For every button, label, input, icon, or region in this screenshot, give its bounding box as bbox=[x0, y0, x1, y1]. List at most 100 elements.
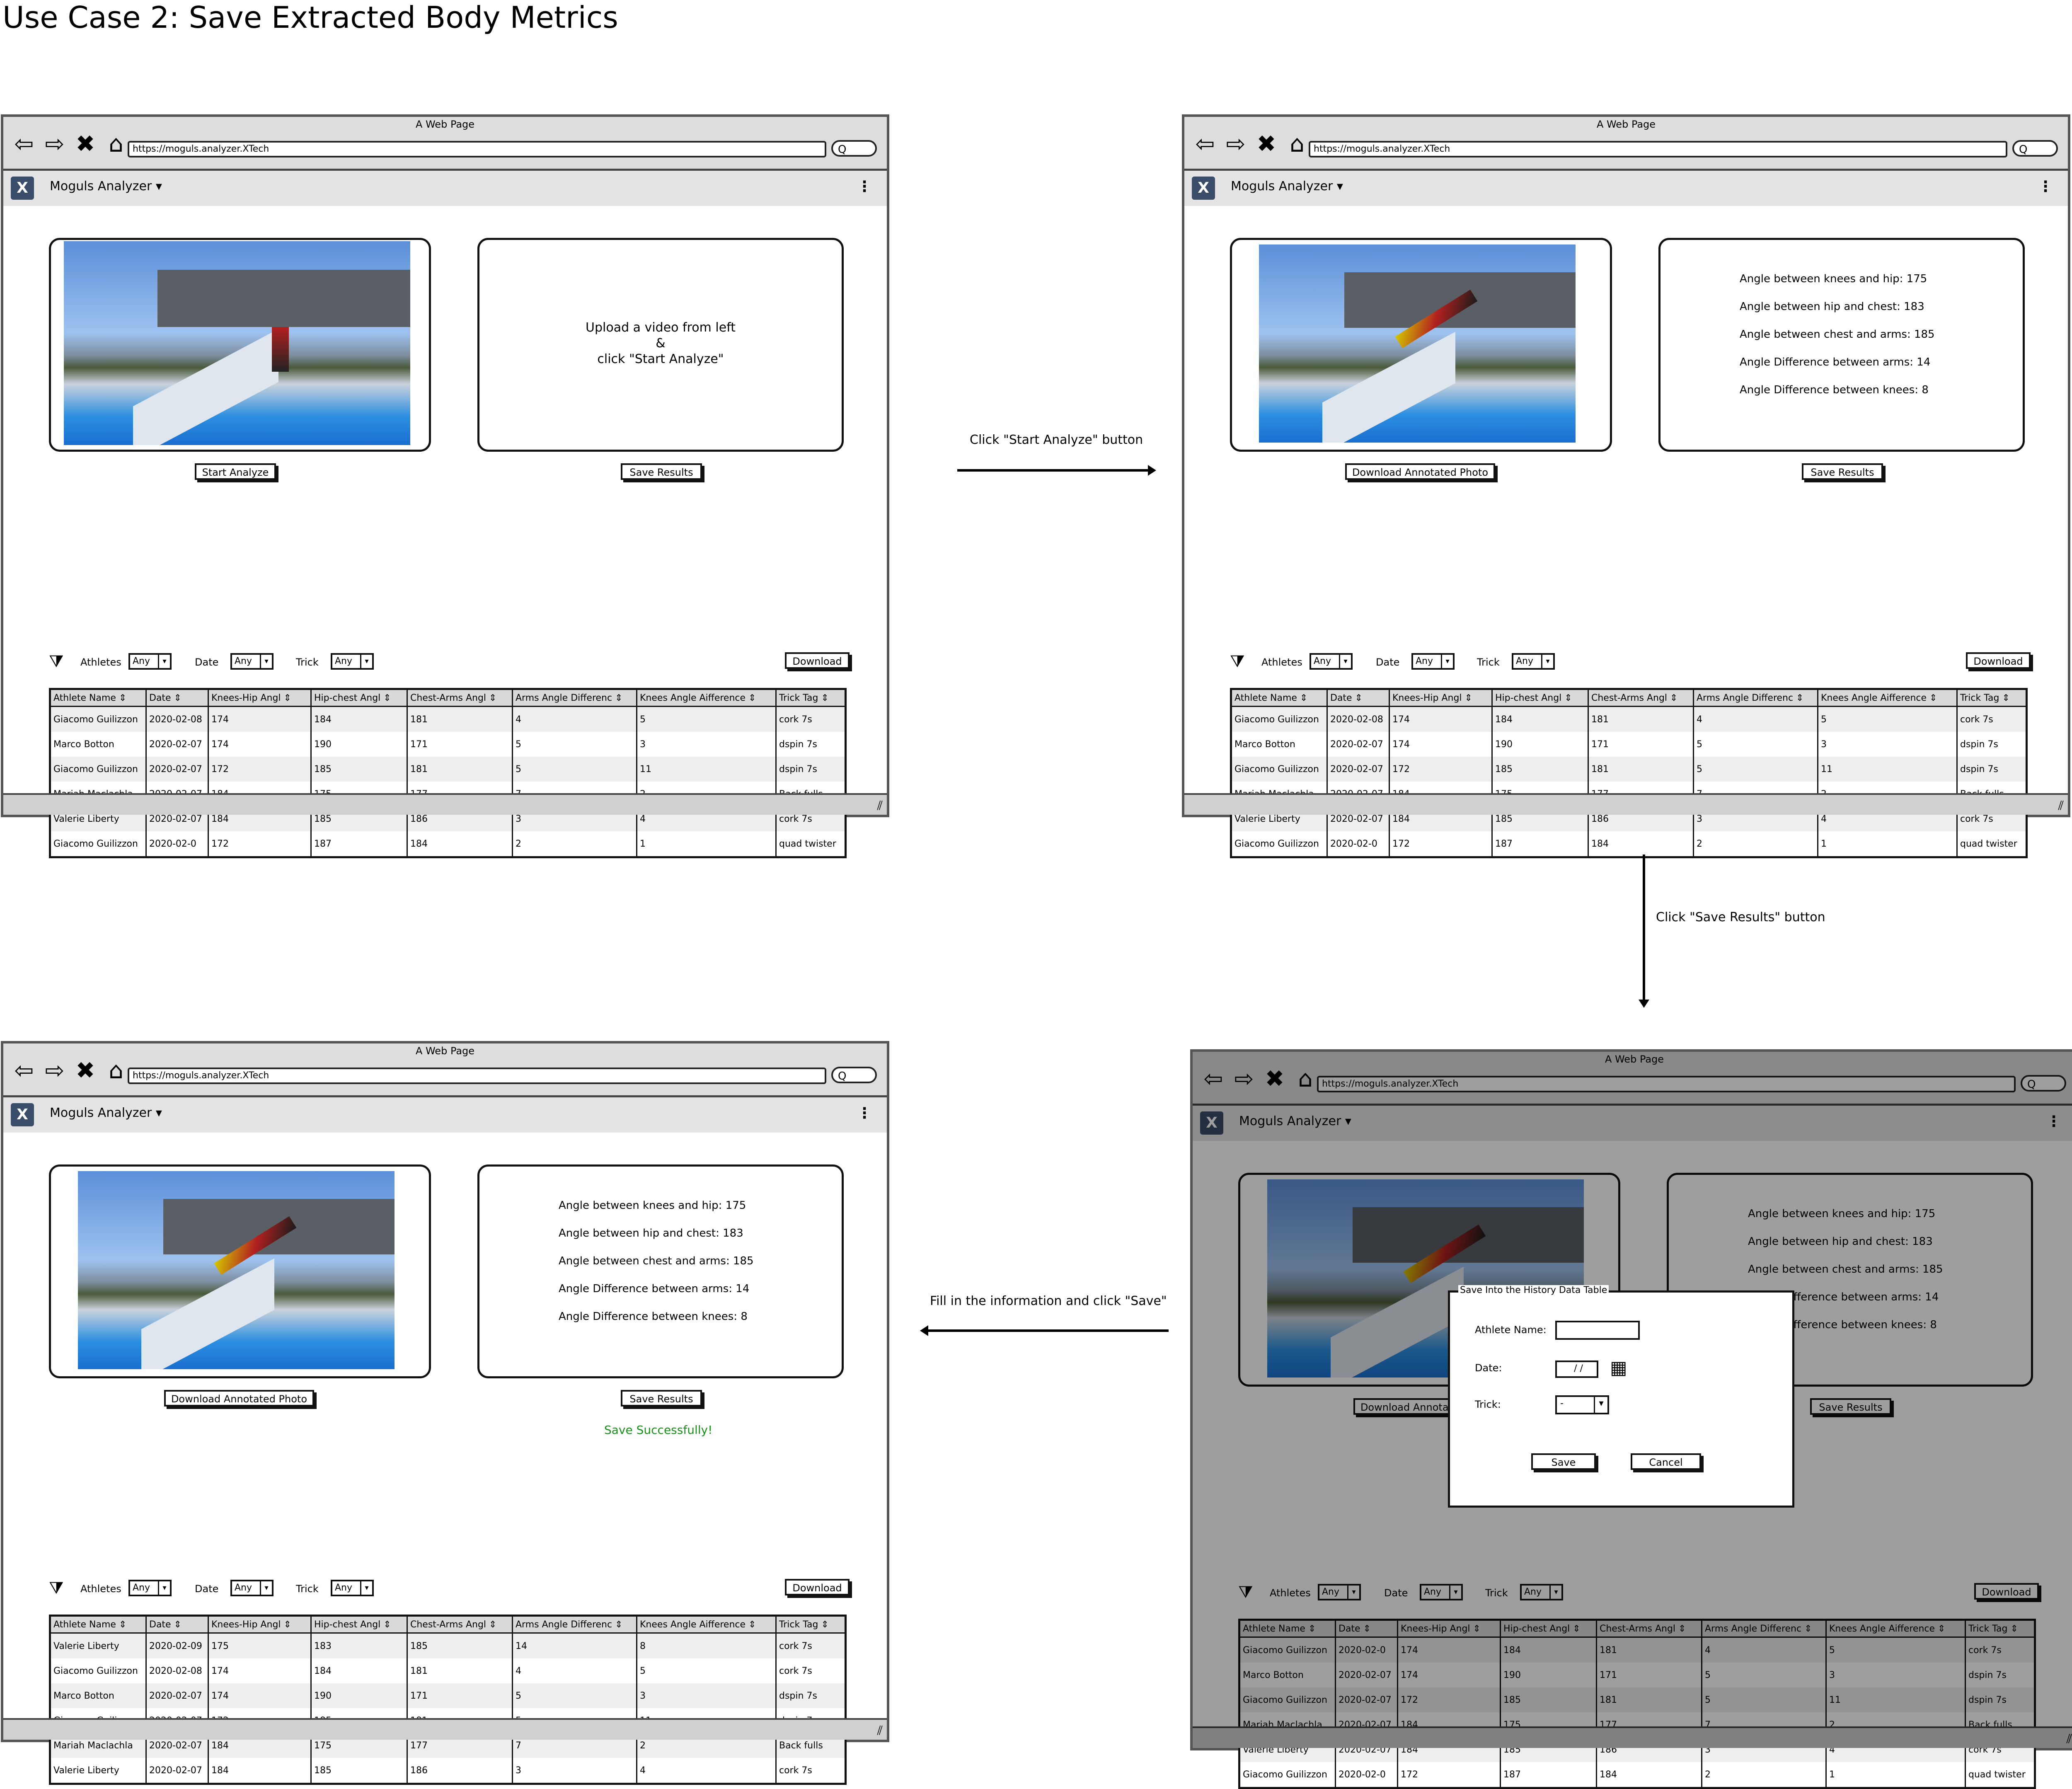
column-header[interactable]: Chest-Arms Angl ⇕ bbox=[407, 689, 513, 707]
trick-filter-select[interactable]: Any ▾ bbox=[331, 1580, 374, 1596]
date-filter-select[interactable]: Any ▾ bbox=[230, 653, 274, 670]
back-icon[interactable]: ⇦ bbox=[1194, 133, 1216, 156]
download-button[interactable]: Download bbox=[785, 1579, 850, 1595]
sort-icon[interactable]: ⇕ bbox=[119, 1620, 126, 1630]
sort-icon[interactable]: ⇕ bbox=[615, 693, 622, 703]
home-icon[interactable]: ⌂ bbox=[1286, 133, 1308, 156]
save-results-button[interactable]: Save Results bbox=[621, 1390, 702, 1407]
athletes-filter-select[interactable]: Any ▾ bbox=[1310, 653, 1353, 670]
app-menu[interactable]: Moguls Analyzer ▾ bbox=[50, 1106, 162, 1120]
athlete-name-input[interactable] bbox=[1555, 1321, 1640, 1340]
download-annotated-photo-button[interactable]: Download Annotated Photo bbox=[164, 1390, 314, 1407]
column-header[interactable]: Chest-Arms Angl ⇕ bbox=[1588, 689, 1694, 707]
table-row[interactable]: Giacomo Guilizzon 2020-02-0 172 187 184 2 1 qua… bbox=[1239, 1762, 2036, 1788]
sort-icon[interactable]: ⇕ bbox=[489, 1620, 496, 1630]
date-filter-select[interactable]: Any ▾ bbox=[230, 1580, 274, 1596]
home-icon[interactable]: ⌂ bbox=[105, 1059, 127, 1082]
date-filter-select[interactable]: Any ▾ bbox=[1411, 653, 1455, 670]
sort-icon[interactable]: ⇕ bbox=[748, 1620, 756, 1630]
column-header[interactable]: Hip-chest Angl ⇕ bbox=[311, 1615, 408, 1634]
column-header[interactable]: Athlete Name ⇕ bbox=[1231, 689, 1328, 707]
trick-filter-select[interactable]: Any ▾ bbox=[331, 653, 374, 670]
column-header[interactable]: Knees Angle Aifference ⇕ bbox=[637, 1615, 777, 1634]
resize-grip-icon[interactable]: ⫽ bbox=[877, 799, 883, 813]
resize-grip-icon[interactable]: ⫽ bbox=[877, 1724, 883, 1738]
column-header[interactable]: Date ⇕ bbox=[1327, 689, 1390, 707]
calendar-icon[interactable]: ▦ bbox=[1610, 1357, 1627, 1378]
column-header[interactable]: Trick Tag ⇕ bbox=[1957, 689, 2027, 707]
column-header[interactable]: Arms Angle Differenc ⇕ bbox=[512, 1615, 637, 1634]
download-button[interactable]: Download bbox=[1966, 652, 2031, 669]
back-icon[interactable]: ⇦ bbox=[13, 133, 35, 156]
filter-icon[interactable]: ⧩ bbox=[1230, 653, 1245, 670]
sort-icon[interactable]: ⇕ bbox=[1465, 693, 1472, 703]
sort-icon[interactable]: ⇕ bbox=[1670, 693, 1677, 703]
resize-grip-icon[interactable]: ⫽ bbox=[2058, 799, 2064, 813]
column-header[interactable]: Knees-Hip Angl ⇕ bbox=[208, 689, 312, 707]
table-row[interactable]: Valerie Liberty 2020-02-09 175 183 185 14 8 cor… bbox=[50, 1633, 846, 1658]
search-icon[interactable]: Q bbox=[831, 1067, 877, 1083]
dialog-save-button[interactable]: Save bbox=[1531, 1453, 1596, 1470]
table-row[interactable]: Marco Botton 2020-02-07 174 190 171 5 3 dspin 7… bbox=[50, 732, 846, 757]
url-input[interactable]: https://moguls.analyzer.XTech bbox=[128, 1068, 826, 1084]
sort-icon[interactable]: ⇕ bbox=[174, 1620, 182, 1630]
column-header[interactable]: Hip-chest Angl ⇕ bbox=[311, 689, 408, 707]
athletes-filter-select[interactable]: Any ▾ bbox=[128, 1580, 172, 1596]
forward-icon[interactable]: ⇨ bbox=[44, 133, 65, 156]
kebab-menu-icon[interactable]: ⋮ bbox=[2038, 178, 2053, 195]
close-icon[interactable]: ✖ bbox=[75, 1059, 96, 1082]
column-header[interactable]: Knees-Hip Angl ⇕ bbox=[208, 1615, 312, 1634]
sort-icon[interactable]: ⇕ bbox=[1929, 693, 1937, 703]
column-header[interactable]: Trick Tag ⇕ bbox=[776, 689, 846, 707]
start-analyze-button[interactable]: Start Analyze bbox=[195, 463, 276, 480]
download-annotated-photo-button[interactable]: Download Annotated Photo bbox=[1345, 463, 1495, 480]
search-icon[interactable]: Q bbox=[2012, 140, 2058, 157]
sort-icon[interactable]: ⇕ bbox=[2002, 693, 2009, 703]
table-row[interactable]: Marco Botton 2020-02-07 174 190 171 5 3 dspin 7… bbox=[50, 1683, 846, 1708]
sort-icon[interactable]: ⇕ bbox=[119, 693, 126, 703]
save-results-button[interactable]: Save Results bbox=[1802, 463, 1883, 480]
table-row[interactable]: Giacomo Guilizzon 2020-02-08 174 184 181 4 5 co… bbox=[50, 1658, 846, 1683]
trick-filter-select[interactable]: Any ▾ bbox=[1512, 653, 1555, 670]
kebab-menu-icon[interactable]: ⋮ bbox=[857, 178, 872, 195]
sort-icon[interactable]: ⇕ bbox=[1300, 693, 1307, 703]
column-header[interactable]: Knees Angle Aifference ⇕ bbox=[637, 689, 777, 707]
table-row[interactable]: Giacomo Guilizzon2020-02-07172185181511d… bbox=[1231, 757, 2027, 782]
column-header[interactable]: Arms Angle Differenc ⇕ bbox=[512, 689, 637, 707]
column-header[interactable]: Chest-Arms Angl ⇕ bbox=[407, 1615, 513, 1634]
filter-icon[interactable]: ⧩ bbox=[49, 1580, 64, 1596]
sort-icon[interactable]: ⇕ bbox=[1796, 693, 1803, 703]
sort-icon[interactable]: ⇕ bbox=[383, 693, 391, 703]
table-row[interactable]: Valerie Liberty 2020-02-07 184 185 186 3 4 cork… bbox=[50, 1758, 846, 1784]
column-header[interactable]: Date ⇕ bbox=[146, 689, 209, 707]
sort-icon[interactable]: ⇕ bbox=[284, 1620, 291, 1630]
filter-icon[interactable]: ⧩ bbox=[49, 653, 64, 670]
sort-icon[interactable]: ⇕ bbox=[615, 1620, 622, 1630]
close-icon[interactable]: ✖ bbox=[75, 133, 96, 156]
column-header[interactable]: Knees Angle Aifference ⇕ bbox=[1818, 689, 1958, 707]
table-row[interactable]: Giacomo Guilizzon 2020-02-08 174 184 181 4 5 co… bbox=[1231, 706, 2027, 732]
dialog-cancel-button[interactable]: Cancel bbox=[1631, 1453, 1701, 1470]
save-results-button[interactable]: Save Results bbox=[621, 463, 702, 480]
sort-icon[interactable]: ⇕ bbox=[383, 1620, 391, 1630]
table-row[interactable]: Giacomo Guilizzon2020-02-07172185181511d… bbox=[50, 757, 846, 782]
app-menu[interactable]: Moguls Analyzer ▾ bbox=[50, 179, 162, 194]
sort-icon[interactable]: ⇕ bbox=[284, 693, 291, 703]
forward-icon[interactable]: ⇨ bbox=[1225, 133, 1247, 156]
sort-icon[interactable]: ⇕ bbox=[1355, 693, 1363, 703]
home-icon[interactable]: ⌂ bbox=[105, 133, 127, 156]
table-row[interactable]: Giacomo Guilizzon 2020-02-0 172 187 184 2 1 qua… bbox=[1231, 831, 2027, 857]
kebab-menu-icon[interactable]: ⋮ bbox=[857, 1105, 872, 1122]
table-row[interactable]: Giacomo Guilizzon 2020-02-08 174 184 181 4 5 co… bbox=[50, 706, 846, 732]
column-header[interactable]: Athlete Name ⇕ bbox=[50, 1615, 147, 1634]
column-header[interactable]: Athlete Name ⇕ bbox=[50, 689, 147, 707]
close-icon[interactable]: ✖ bbox=[1256, 133, 1277, 156]
sort-icon[interactable]: ⇕ bbox=[1564, 693, 1572, 703]
url-input[interactable]: https://moguls.analyzer.XTech bbox=[1309, 141, 2007, 157]
column-header[interactable]: Arms Angle Differenc ⇕ bbox=[1693, 689, 1818, 707]
download-button[interactable]: Download bbox=[785, 652, 850, 669]
column-header[interactable]: Hip-chest Angl ⇕ bbox=[1492, 689, 1589, 707]
column-header[interactable]: Date ⇕ bbox=[146, 1615, 209, 1634]
athletes-filter-select[interactable]: Any ▾ bbox=[128, 653, 172, 670]
table-row[interactable]: Marco Botton 2020-02-07 174 190 171 5 3 dspin 7… bbox=[1231, 732, 2027, 757]
